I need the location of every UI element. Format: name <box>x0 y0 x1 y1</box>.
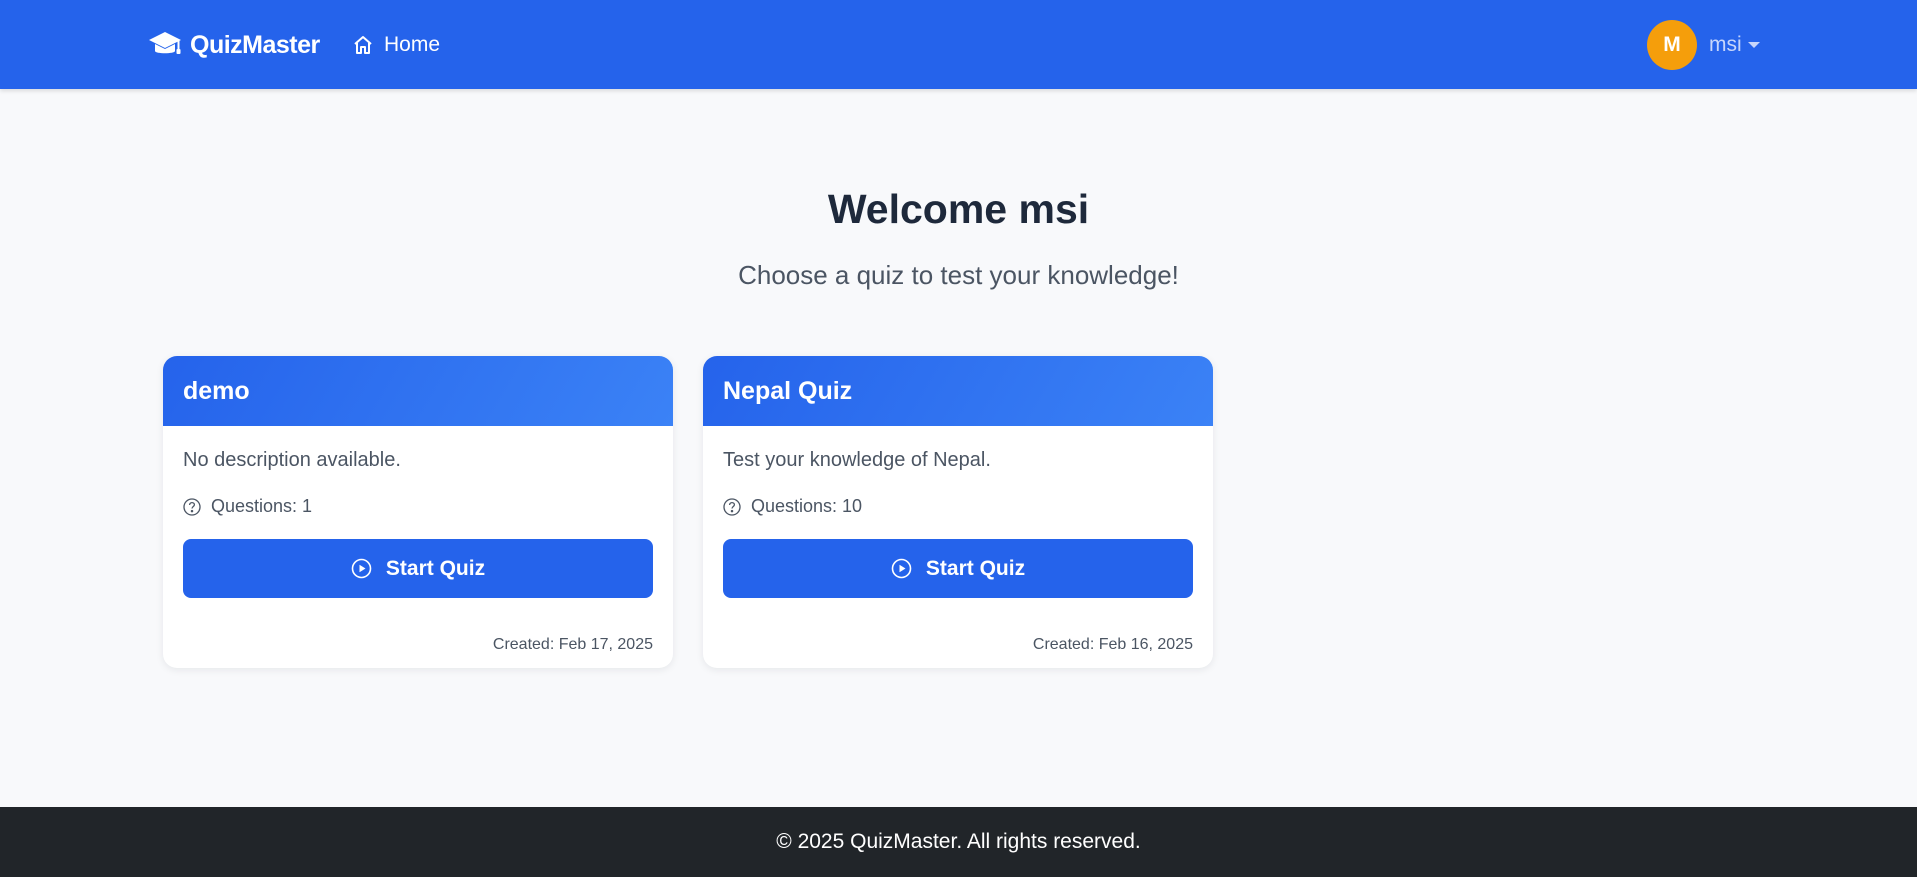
brand-name: QuizMaster <box>190 30 320 59</box>
play-circle-icon <box>351 558 372 579</box>
quiz-card: Nepal Quiz Test your knowledge of Nepal.… <box>703 356 1213 668</box>
navbar: QuizMaster Home M msi <box>0 0 1917 89</box>
play-circle-icon <box>891 558 912 579</box>
quiz-card-header: Nepal Quiz <box>703 356 1213 426</box>
start-quiz-label: Start Quiz <box>385 556 486 580</box>
quiz-question-count: Questions: 10 <box>723 496 1193 517</box>
quiz-question-count-label: Questions: 1 <box>211 496 313 516</box>
quiz-question-count-label: Questions: 10 <box>751 496 863 516</box>
graduation-cap-icon <box>148 30 182 60</box>
quiz-question-count: Questions: 1 <box>183 496 653 517</box>
quiz-description: No description available. <box>183 449 401 471</box>
page-subtitle: Choose a quiz to test your knowledge! <box>738 260 1179 290</box>
chevron-down-icon <box>1747 42 1760 48</box>
quiz-card-header: demo <box>163 356 673 426</box>
footer: © 2025 QuizMaster. All rights reserved. <box>0 807 1917 877</box>
footer-copyright: © 2025 QuizMaster. All rights reserved. <box>776 830 1141 853</box>
page-title: Welcome msi <box>827 186 1090 232</box>
nav-home-label: Home <box>384 33 441 56</box>
start-quiz-button[interactable]: Start Quiz <box>183 539 653 598</box>
question-circle-icon <box>723 497 741 516</box>
quiz-card: demo No description available. Questions… <box>163 356 673 668</box>
nav-home-link[interactable]: Home <box>352 30 440 60</box>
start-quiz-button[interactable]: Start Quiz <box>723 539 1193 598</box>
avatar: M <box>1647 20 1697 70</box>
quiz-title: Nepal Quiz <box>723 376 853 405</box>
quiz-created-date: Created: Feb 17, 2025 <box>492 636 653 653</box>
quiz-card-body: Test your knowledge of Nepal. Questions:… <box>703 426 1213 668</box>
user-menu[interactable]: M msi <box>1647 20 1760 70</box>
brand-link[interactable]: QuizMaster <box>148 28 320 62</box>
home-icon <box>352 34 374 56</box>
quiz-title: demo <box>183 376 250 405</box>
username: msi <box>1709 33 1742 56</box>
quiz-description: Test your knowledge of Nepal. <box>723 449 991 471</box>
question-circle-icon <box>183 497 201 516</box>
start-quiz-label: Start Quiz <box>925 556 1026 580</box>
quiz-card-body: No description available. Questions: 1 S… <box>163 426 673 668</box>
quiz-created-date: Created: Feb 16, 2025 <box>1032 636 1193 653</box>
